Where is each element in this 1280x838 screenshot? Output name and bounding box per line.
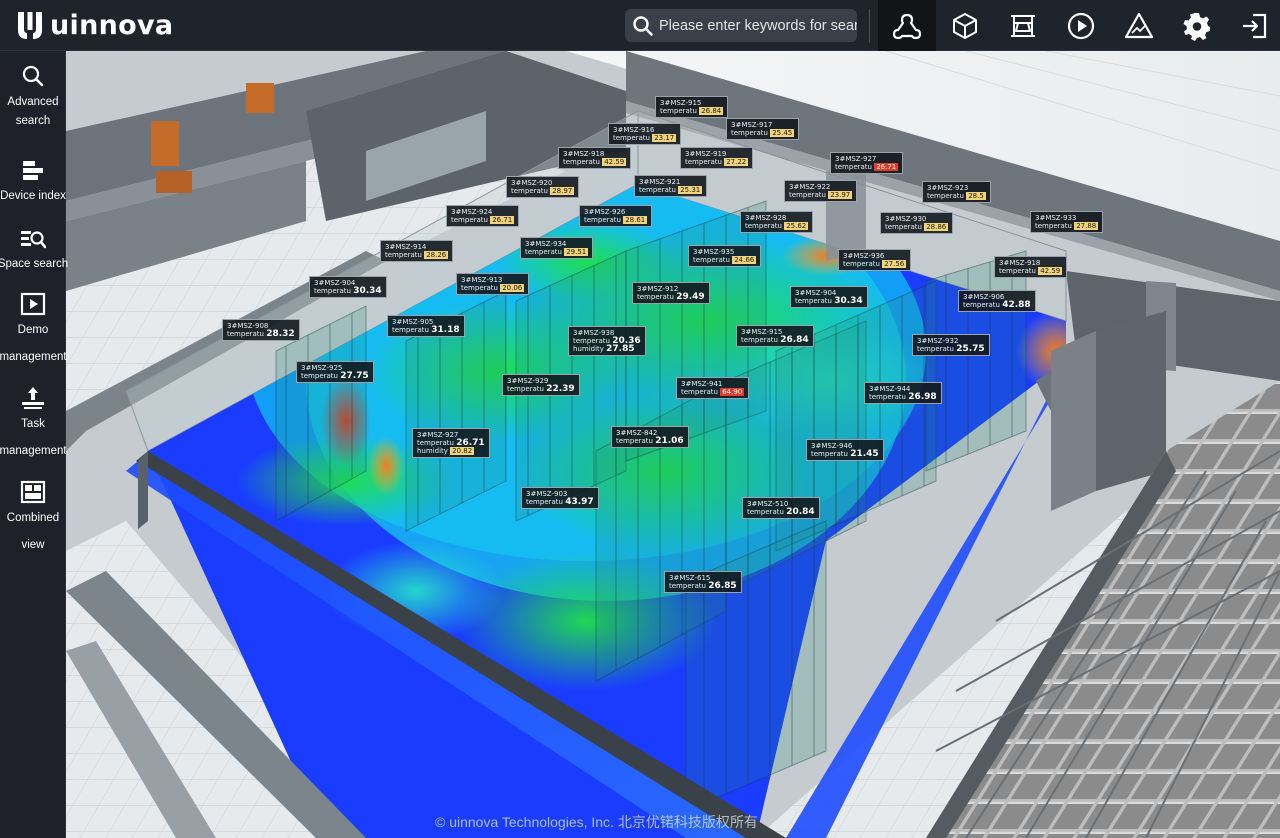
sidebar-item-label: management [0,351,67,363]
copyright-watermark: © uinnova Technologies, Inc. 北京优锘科技版权所有 [435,814,758,830]
sensor-tag[interactable]: 3#MSZ-510 temperatu 20.84 [742,497,820,519]
logout-icon [1243,13,1267,38]
network-button[interactable] [878,0,936,51]
sidebar-item-combined-view[interactable]: Combined view [0,479,66,559]
sensor-tag[interactable]: 3#MSZ-615 temperatu 26.85 [664,571,742,593]
cube-button[interactable] [936,0,994,51]
sensor-tag[interactable]: 3#MSZ-908 temperatu 28.32 [222,319,300,341]
rack-button[interactable] [994,0,1052,51]
sensor-tag[interactable]: 3#MSZ-921 temperatu 25.31 [634,175,708,197]
sensor-tag[interactable]: 3#MSZ-926 temperatu 28.61 [579,205,653,227]
sensor-tag[interactable]: 3#MSZ-928 temperatu 25.62 [740,211,814,233]
sidebar-item-space-search[interactable]: Space search [0,225,69,278]
logo[interactable]: uinnova [14,8,173,42]
sidebar-item-device-index[interactable]: Device index [0,157,66,210]
alert-icon [1124,12,1154,38]
sidebar-item-label: Demo [17,324,49,336]
device-index-icon [23,161,43,180]
sensor-tag[interactable]: 3#MSZ-904 temperatu 30.34 [790,286,868,308]
uinnova-logo-icon [18,12,42,39]
cube-icon [953,12,977,39]
sensor-tag[interactable]: 3#MSZ-936 temperatu 27.56 [838,249,912,271]
3d-scene-viewport[interactable]: 3#MSZ-915 temperatu 26.84 3#MSZ-916 temper… [66,51,1280,838]
sidebar-item-label: Task [21,418,45,430]
sidebar: Advanced search Device index Space searc… [0,51,69,838]
sensor-tag[interactable]: 3#MSZ-842 temperatu 21.06 [611,426,689,448]
sensor-tag[interactable]: 3#MSZ-933 temperatu 27.88 [1030,211,1104,233]
sensor-tag[interactable]: 3#MSZ-918 temperatu 42.59 [558,147,632,169]
sidebar-item-label: view [21,539,45,551]
sidebar-item-label: Device index [0,190,66,202]
sensor-tag[interactable]: 3#MSZ-915 temperatu 26.84 [655,96,729,118]
sensor-tag[interactable]: 3#MSZ-924 temperatu 26.71 [446,205,520,227]
sensor-tag[interactable]: 3#MSZ-934 temperatu 29.51 [520,237,594,259]
sensor-tag[interactable]: 3#MSZ-938 temperatu 20.36 humidity 27.85 [568,326,646,356]
sensor-tag[interactable]: 3#MSZ-932 temperatu 25.75 [912,334,990,356]
sensor-tag[interactable]: 3#MSZ-906 temperatu 42.88 [958,290,1036,312]
logout-button[interactable] [1226,0,1280,51]
combined-view-icon [20,480,46,504]
top-bar: uinnova [0,0,1280,51]
sensor-tag[interactable]: 3#MSZ-927 temperatu 26.71 humidity 20.82 [412,428,490,458]
sidebar-item-label: Space search [0,258,69,270]
sensor-tag[interactable]: 3#MSZ-914 temperatu 28.26 [380,240,454,262]
sensor-tag[interactable]: 3#MSZ-918 temperatu 42.59 [994,256,1068,278]
sensor-tag[interactable]: 3#MSZ-916 temperatu 23.17 [608,123,682,145]
settings-button[interactable] [1168,0,1226,51]
sensor-tag[interactable]: 3#MSZ-925 temperatu 27.75 [296,361,374,383]
sensor-tag[interactable]: 3#MSZ-929 temperatu 22.39 [502,374,580,396]
sensor-tag[interactable]: 3#MSZ-935 temperatu 24.66 [688,245,762,267]
sidebar-item-demo-management[interactable]: Demo management [0,291,67,371]
search-input[interactable] [655,17,857,34]
sensor-tag[interactable]: 3#MSZ-905 temperatu 31.18 [387,315,465,337]
sensor-tag[interactable]: 3#MSZ-919 temperatu 27.22 [680,147,754,169]
sensor-tag[interactable]: 3#MSZ-941 temperatu 64.90 [676,377,750,399]
sensor-tag[interactable]: 3#MSZ-915 temperatu 26.84 [736,325,814,347]
space-search-icon [21,231,46,249]
alert-button[interactable] [1110,0,1168,51]
sidebar-item-task-management[interactable]: Task management [0,385,67,465]
task-icon [22,387,44,409]
gear-icon [1183,12,1210,41]
logo-text: uinnova [50,9,174,41]
rack-icon [1011,14,1035,37]
toolbar-divider [869,8,870,43]
sensor-tag[interactable]: 3#MSZ-927 temperatu 26.71 [830,152,904,174]
demo-icon [20,292,46,316]
sensor-tag[interactable]: 3#MSZ-946 temperatu 21.45 [806,439,884,461]
sensor-tag[interactable]: 3#MSZ-904 temperatu 30.34 [309,276,387,298]
sensor-tag[interactable]: 3#MSZ-920 temperatu 28.97 [506,176,580,198]
sidebar-item-label: management [0,445,67,457]
sidebar-item-label: Combined [6,512,60,524]
play-button[interactable] [1052,0,1110,51]
sensor-tag[interactable]: 3#MSZ-912 temperatu 29.49 [632,282,710,304]
sensor-tag[interactable]: 3#MSZ-922 temperatu 23.97 [784,180,858,202]
sensor-tag[interactable]: 3#MSZ-903 temperatu 43.97 [521,487,599,509]
search-icon [633,15,653,36]
sensor-tag[interactable]: 3#MSZ-917 temperatu 25.45 [726,118,800,140]
play-icon [1067,12,1095,39]
sensor-tag[interactable]: 3#MSZ-923 temperatu 28.5 [922,181,991,203]
sidebar-item-label: search [15,115,51,127]
toolbar [869,0,1280,51]
sensor-tag[interactable]: 3#MSZ-913 temperatu 20.06 [456,273,530,295]
sensor-tag[interactable]: 3#MSZ-944 temperatu 26.98 [864,382,942,404]
search-icon [22,65,44,87]
sensor-tag[interactable]: 3#MSZ-930 temperatu 28.86 [880,212,954,234]
sidebar-item-advanced-search[interactable]: Advanced search [0,63,66,135]
network-icon [892,13,922,39]
search-box[interactable] [625,9,857,42]
